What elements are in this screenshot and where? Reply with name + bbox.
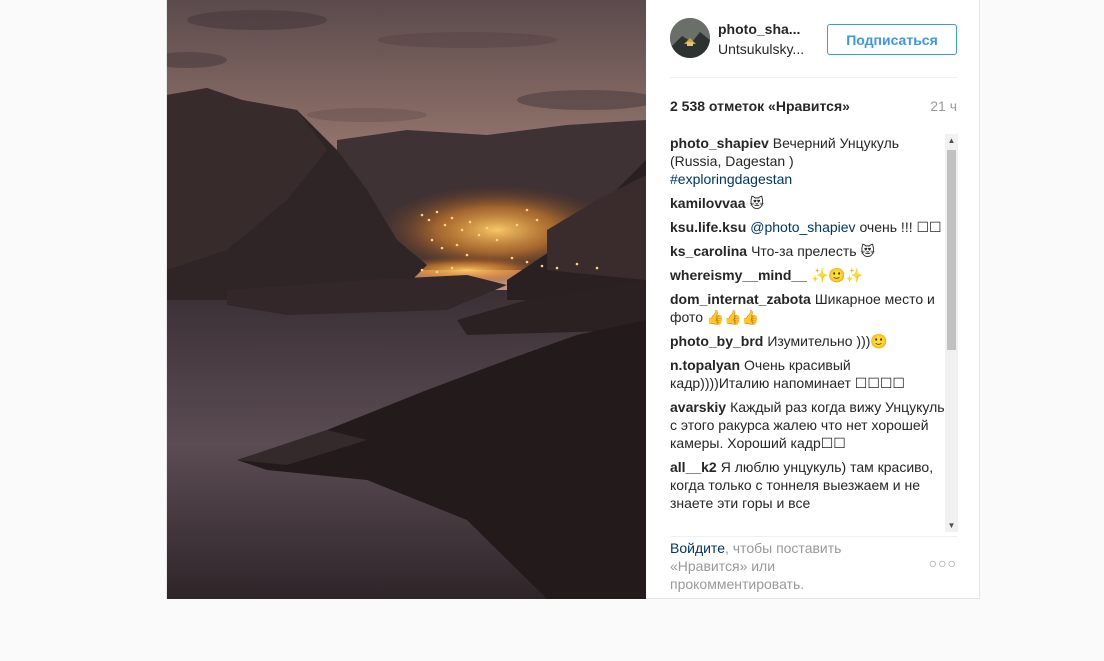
comment-text: 😻: [749, 195, 765, 211]
comment-author[interactable]: photo_shapiev: [670, 135, 769, 151]
comment-author[interactable]: avarskiy: [670, 399, 726, 415]
comment-text: ✨🙂✨: [810, 267, 864, 283]
comment-author[interactable]: all__k2: [670, 459, 717, 475]
comment-item: photo_shapiev Вечерний Унцукуль (Russia, …: [670, 134, 945, 188]
scroll-down-arrow-icon[interactable]: ▼: [945, 519, 958, 532]
avatar-image: [670, 18, 710, 58]
comment-author[interactable]: ks_carolina: [670, 243, 747, 259]
mention-link[interactable]: @photo_shapiev: [750, 219, 855, 235]
post-photo[interactable]: [167, 0, 646, 599]
login-text: Войдите, чтобы поставить «Нравится» или …: [670, 539, 880, 593]
avatar[interactable]: [670, 18, 710, 58]
comment-item: n.topalyan Очень красивый кадр))))Италию …: [670, 356, 945, 392]
login-prompt: Войдите, чтобы поставить «Нравится» или …: [670, 536, 957, 596]
comment-text: Что-за прелесть 😻: [751, 243, 876, 259]
comment-text: очень !!! ☐☐: [859, 219, 942, 235]
post-header: photo_sha... Untsukulsky... Подписаться: [670, 18, 957, 78]
comments-scrollbar[interactable]: ▲ ▼: [945, 134, 958, 532]
post-time[interactable]: 21 ч: [930, 98, 957, 114]
comment-item: ks_carolina Что-за прелесть 😻: [670, 242, 945, 260]
comment-author[interactable]: ksu.life.ksu: [670, 219, 746, 235]
comment-item: ksu.life.ksu @photo_shapiev очень !!! ☐☐: [670, 218, 945, 236]
post-location[interactable]: Untsukulsky...: [718, 41, 810, 57]
post-sidebar: photo_sha... Untsukulsky... Подписаться …: [646, 0, 981, 599]
comment-author[interactable]: photo_by_brd: [670, 333, 763, 349]
follow-button[interactable]: Подписаться: [827, 24, 957, 55]
scroll-up-arrow-icon[interactable]: ▲: [945, 134, 958, 147]
post-card: photo_sha... Untsukulsky... Подписаться …: [166, 0, 980, 599]
comment-author[interactable]: dom_internat_zabota: [670, 291, 811, 307]
comment-author[interactable]: n.topalyan: [670, 357, 740, 373]
likes-row: 2 538 отметок «Нравится» 21 ч: [670, 98, 957, 118]
login-link[interactable]: Войдите: [670, 540, 725, 556]
comment-author[interactable]: whereismy__mind__: [670, 267, 807, 283]
scroll-thumb[interactable]: [947, 150, 956, 350]
comment-item: whereismy__mind__ ✨🙂✨: [670, 266, 945, 284]
landscape-image: [167, 0, 646, 599]
comment-author[interactable]: kamilovvaa: [670, 195, 746, 211]
more-options-icon[interactable]: ○○○: [929, 555, 957, 571]
likes-count[interactable]: 2 538 отметок «Нравится»: [670, 98, 850, 114]
comment-item: dom_internat_zabota Шикарное место и фото…: [670, 290, 945, 326]
hashtag-link[interactable]: #exploringdagestan: [670, 171, 792, 187]
comment-item: avarskiy Каждый раз когда вижу Унцукуль с…: [670, 398, 945, 452]
comment-item: photo_by_brd Изумительно )))🙂: [670, 332, 945, 350]
comment-item: kamilovvaa 😻: [670, 194, 945, 212]
comment-item: all__k2 Я люблю унцукуль) там красиво, ко…: [670, 458, 945, 512]
post-username[interactable]: photo_sha...: [718, 21, 810, 37]
comment-text: Изумительно )))🙂: [767, 333, 888, 349]
comments-list[interactable]: photo_shapiev Вечерний Унцукуль (Russia, …: [670, 134, 945, 532]
